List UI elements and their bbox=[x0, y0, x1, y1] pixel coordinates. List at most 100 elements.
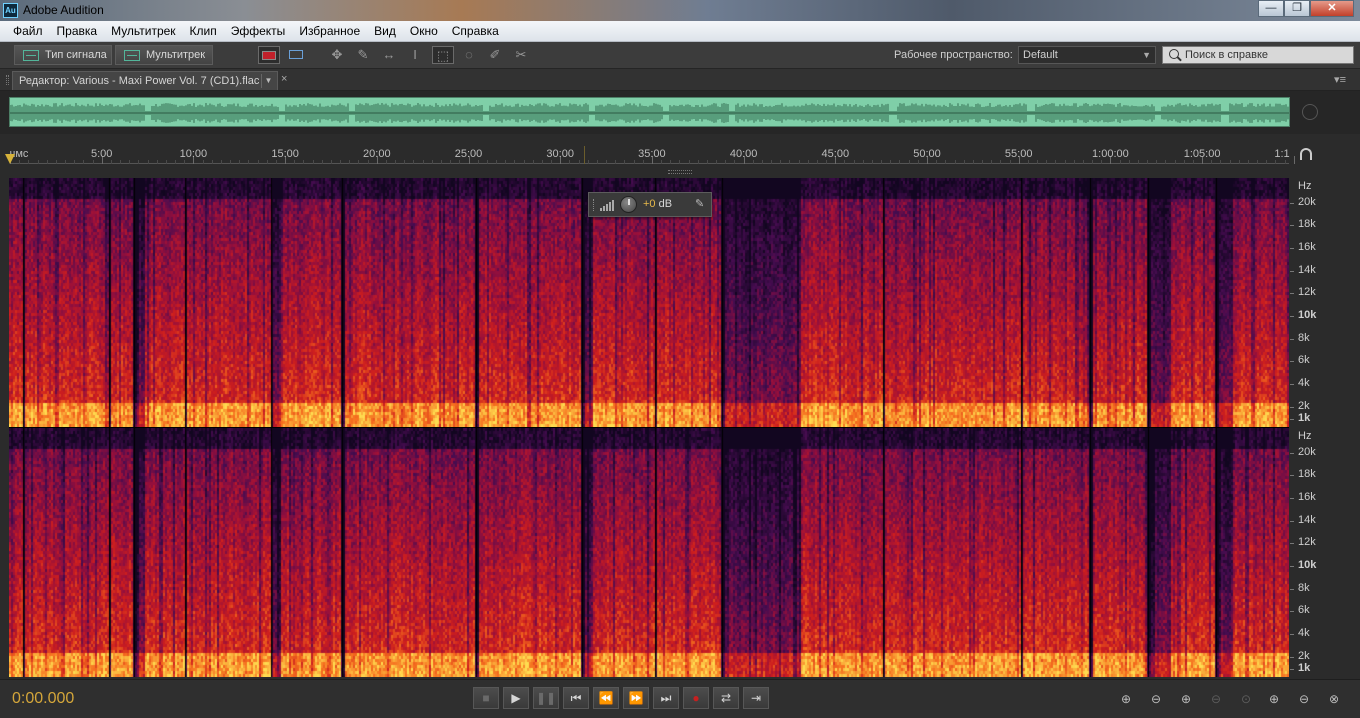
hud-volume-unit: dB bbox=[658, 198, 673, 210]
ruler-minor-tick bbox=[642, 160, 644, 164]
spectral-frequency-display[interactable] bbox=[9, 428, 1289, 677]
overview-waveform[interactable] bbox=[9, 97, 1290, 127]
workspace-value: Default bbox=[1023, 49, 1058, 61]
editor-tab[interactable]: Редактор: Various - Maxi Power Vol. 7 (C… bbox=[12, 71, 278, 90]
hud-grip-icon[interactable] bbox=[593, 199, 596, 211]
zoom-selection-icon[interactable]: ⊗ bbox=[1324, 690, 1344, 708]
rewind-button[interactable]: ⏪ bbox=[593, 687, 619, 709]
menu-window[interactable]: Окно bbox=[403, 24, 445, 38]
ruler-minor-tick bbox=[1037, 160, 1039, 164]
hz-tick bbox=[1290, 384, 1294, 385]
pin-icon[interactable]: ✎ bbox=[695, 197, 704, 210]
play-button[interactable]: ▶ bbox=[503, 687, 529, 709]
panel-menu-icon[interactable]: ▾≡ bbox=[1334, 73, 1346, 86]
ruler-minor-tick bbox=[688, 160, 690, 164]
brush-selection-tool-icon[interactable]: ✐ bbox=[484, 46, 506, 64]
go-to-end-button[interactable]: ⏭ bbox=[653, 687, 679, 709]
ruler-minor-tick bbox=[1247, 160, 1249, 164]
menu-edit[interactable]: Правка bbox=[50, 24, 105, 38]
maximize-button[interactable]: ❐ bbox=[1284, 0, 1310, 17]
ruler-minor-tick bbox=[725, 160, 727, 164]
marquee-selection-tool-icon[interactable]: ⬚ bbox=[432, 46, 454, 64]
multitrack-view-label: Мультитрек bbox=[146, 49, 206, 61]
zoom-navigator-icon[interactable] bbox=[1302, 104, 1318, 120]
timeline-ruler[interactable]: чмс 5:00 10:00 15:00 20:00 25:00 30:00 35:00 40:… bbox=[0, 134, 1360, 176]
ruler-minor-tick bbox=[404, 160, 406, 164]
spectral-display-icon[interactable] bbox=[258, 46, 280, 64]
ruler-minor-tick bbox=[1183, 160, 1185, 164]
hz-tick bbox=[1290, 361, 1294, 362]
ruler-minor-tick bbox=[551, 160, 553, 164]
record-button[interactable]: ● bbox=[683, 687, 709, 709]
waveform-display-icon[interactable] bbox=[285, 46, 307, 64]
loop-playback-button[interactable]: ⇄ bbox=[713, 687, 739, 709]
menu-favorites[interactable]: Избранное bbox=[292, 24, 367, 38]
hud-volume-readout[interactable]: +0 dB bbox=[643, 198, 672, 210]
spot-healing-tool-icon[interactable]: ✂ bbox=[510, 46, 532, 64]
hz-tick bbox=[1290, 475, 1294, 476]
go-to-start-button[interactable]: ⏮ bbox=[563, 687, 589, 709]
hz-tick bbox=[1290, 271, 1294, 272]
menu-help[interactable]: Справка bbox=[445, 24, 506, 38]
hz-label: 1k bbox=[1298, 412, 1311, 424]
razor-tool-icon[interactable]: ✎ bbox=[352, 46, 374, 64]
zoom-out-full-icon[interactable]: ⊙ bbox=[1236, 690, 1256, 708]
waveform-view-button[interactable]: Тип сигнала bbox=[14, 45, 112, 65]
zoom-out-time-icon[interactable]: ⊖ bbox=[1206, 690, 1226, 708]
spectral-channel-right[interactable] bbox=[9, 428, 1289, 677]
transport-bar: 0:00.000 ■ ▶ ❚❚ ⏮ ⏪ ⏩ ⏭ ● ⇄ ⇥ ⊕ ⊖ ⊕ ⊖ ⊙ … bbox=[0, 679, 1360, 718]
ruler-tick-label: 20:00 bbox=[363, 148, 391, 160]
move-tool-icon[interactable]: ✥ bbox=[326, 46, 348, 64]
workspace-select[interactable]: Default ▼ bbox=[1018, 46, 1156, 64]
headphone-icon[interactable] bbox=[1300, 148, 1312, 160]
multitrack-view-button[interactable]: Мультитрек bbox=[115, 45, 213, 65]
tab-close-icon[interactable]: × bbox=[281, 73, 287, 85]
scroll-grip-icon[interactable] bbox=[668, 170, 692, 174]
window-controls: — ❐ ✕ bbox=[1258, 0, 1354, 18]
menu-clip[interactable]: Клип bbox=[183, 24, 224, 38]
ruler-minor-tick bbox=[138, 160, 140, 164]
ruler-minor-tick bbox=[1119, 160, 1121, 164]
hz-tick bbox=[1290, 293, 1294, 294]
hz-label: 4k bbox=[1298, 377, 1310, 389]
volume-knob[interactable] bbox=[620, 196, 637, 213]
ruler-minor-tick bbox=[853, 160, 855, 164]
menu-multitrack[interactable]: Мультитрек bbox=[104, 24, 182, 38]
hud-volume-value[interactable]: +0 bbox=[643, 198, 656, 210]
amplitude-hud[interactable]: +0 dB ✎ bbox=[588, 192, 712, 217]
lasso-tool-icon[interactable]: ◌ bbox=[458, 46, 480, 64]
ruler-minor-tick bbox=[74, 160, 76, 164]
zoom-in-time-icon[interactable]: ⊕ bbox=[1176, 690, 1196, 708]
zoom-in-amplitude-icon[interactable]: ⊕ bbox=[1116, 690, 1136, 708]
help-search-input[interactable]: Поиск в справке bbox=[1162, 46, 1354, 64]
ruler-minor-tick bbox=[816, 160, 818, 164]
zoom-in-point-icon[interactable]: ⊕ bbox=[1264, 690, 1284, 708]
ruler-minor-tick bbox=[578, 160, 580, 164]
overview-waveform-bar[interactable] bbox=[0, 91, 1360, 134]
pause-button[interactable]: ❚❚ bbox=[533, 687, 559, 709]
ruler-minor-tick bbox=[1275, 160, 1277, 164]
skip-selection-button[interactable]: ⇥ bbox=[743, 687, 769, 709]
minimize-button[interactable]: — bbox=[1258, 0, 1284, 17]
fast-forward-button[interactable]: ⏩ bbox=[623, 687, 649, 709]
ruler-minor-tick bbox=[1092, 160, 1094, 164]
slip-tool-icon[interactable]: ↔ bbox=[378, 46, 400, 64]
ruler-minor-tick bbox=[120, 160, 122, 164]
time-selection-tool-icon[interactable]: I bbox=[404, 46, 426, 64]
tab-dropdown-icon[interactable]: ▼ bbox=[261, 74, 275, 88]
ruler-minor-tick bbox=[1027, 160, 1029, 164]
close-window-button[interactable]: ✕ bbox=[1310, 0, 1354, 17]
menu-file[interactable]: Файл bbox=[6, 24, 50, 38]
ruler-minor-tick bbox=[670, 160, 672, 164]
menu-view[interactable]: Вид bbox=[367, 24, 403, 38]
stop-button[interactable]: ■ bbox=[473, 687, 499, 709]
panel-grip-icon[interactable] bbox=[6, 75, 9, 85]
zoom-out-point-icon[interactable]: ⊖ bbox=[1294, 690, 1314, 708]
ruler-minor-tick bbox=[917, 160, 919, 164]
menu-effects[interactable]: Эффекты bbox=[224, 24, 293, 38]
ruler-minor-tick bbox=[28, 160, 30, 164]
hz-label: 8k bbox=[1298, 582, 1310, 594]
ruler-minor-tick bbox=[972, 160, 974, 164]
hz-label: 18k bbox=[1298, 468, 1316, 480]
zoom-out-amplitude-icon[interactable]: ⊖ bbox=[1146, 690, 1166, 708]
